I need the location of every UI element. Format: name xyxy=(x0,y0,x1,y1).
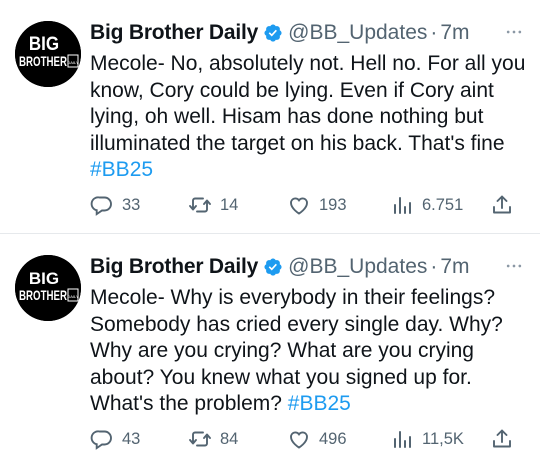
action-bar: 43 84 496 11,5K xyxy=(90,427,514,455)
avatar[interactable]: BIG BROTHER DAILY xyxy=(15,21,81,87)
like-count: 496 xyxy=(319,429,347,448)
svg-text:BROTHER: BROTHER xyxy=(19,53,67,69)
views-button[interactable]: 6.751 xyxy=(390,193,463,217)
repost-button[interactable]: 14 xyxy=(188,193,238,217)
author-name[interactable]: Big Brother Daily xyxy=(90,21,258,45)
reply-count: 43 xyxy=(122,429,141,448)
timestamp[interactable]: 7m xyxy=(440,21,469,45)
separator-dot: · xyxy=(430,255,438,278)
avatar[interactable]: BIG BROTHER DAILY xyxy=(15,255,81,321)
repost-icon xyxy=(189,431,211,447)
author-name[interactable]: Big Brother Daily xyxy=(90,255,258,279)
svg-text:DAILY: DAILY xyxy=(67,60,79,65)
action-bar: 33 14 193 6.751 xyxy=(90,193,514,221)
share-button[interactable] xyxy=(490,427,514,456)
repost-count: 14 xyxy=(220,195,239,214)
views-icon xyxy=(394,431,411,448)
reply-icon xyxy=(90,430,112,450)
more-icon[interactable] xyxy=(504,256,524,276)
svg-text:BIG: BIG xyxy=(29,32,59,54)
reply-icon xyxy=(90,196,112,216)
big-brother-logo-icon: BIG BROTHER DAILY xyxy=(15,21,81,87)
like-icon xyxy=(290,431,308,449)
like-count: 193 xyxy=(319,195,347,214)
svg-text:DAILY: DAILY xyxy=(67,294,79,299)
views-button[interactable]: 11,5K xyxy=(390,427,464,451)
tweet-text: Mecole- Why is everybody in their feelin… xyxy=(90,285,526,418)
share-icon xyxy=(493,429,511,448)
reply-button[interactable]: 43 xyxy=(90,427,140,451)
more-icon[interactable] xyxy=(504,22,524,42)
repost-icon xyxy=(189,197,211,213)
svg-text:BROTHER: BROTHER xyxy=(19,287,67,303)
repost-count: 84 xyxy=(220,429,239,448)
timestamp[interactable]: 7m xyxy=(440,255,469,279)
views-icon xyxy=(394,197,411,214)
tweet[interactable]: BIG BROTHER DAILY Big Brother Daily @BB_… xyxy=(0,0,540,233)
hashtag-link[interactable]: #BB25 xyxy=(288,392,351,415)
like-button[interactable]: 193 xyxy=(287,193,347,217)
repost-button[interactable]: 84 xyxy=(188,427,238,451)
author-handle[interactable]: @BB_Updates xyxy=(288,255,427,279)
svg-text:BIG: BIG xyxy=(29,269,59,288)
big-brother-logo-icon: BIG BROTHER DAILY xyxy=(15,255,81,321)
tweet-text: Mecole- No, absolutely not. Hell no. For… xyxy=(90,51,526,184)
views-count: 6.751 xyxy=(422,195,464,214)
like-icon xyxy=(290,197,308,215)
verified-badge-icon xyxy=(263,23,283,43)
separator-dot: · xyxy=(430,21,438,44)
author-handle[interactable]: @BB_Updates xyxy=(288,21,427,45)
verified-badge-icon xyxy=(263,257,283,277)
hashtag-link[interactable]: #BB25 xyxy=(90,158,153,181)
like-button[interactable]: 496 xyxy=(287,427,347,451)
reply-count: 33 xyxy=(122,195,141,214)
views-count: 11,5K xyxy=(422,429,464,448)
tweet[interactable]: BIG BROTHER DAILY Big Brother Daily @BB_… xyxy=(0,233,540,466)
reply-button[interactable]: 33 xyxy=(90,193,140,217)
share-button[interactable] xyxy=(490,193,514,222)
share-icon xyxy=(493,195,511,214)
tweet-body: Mecole- No, absolutely not. Hell no. For… xyxy=(90,52,532,155)
